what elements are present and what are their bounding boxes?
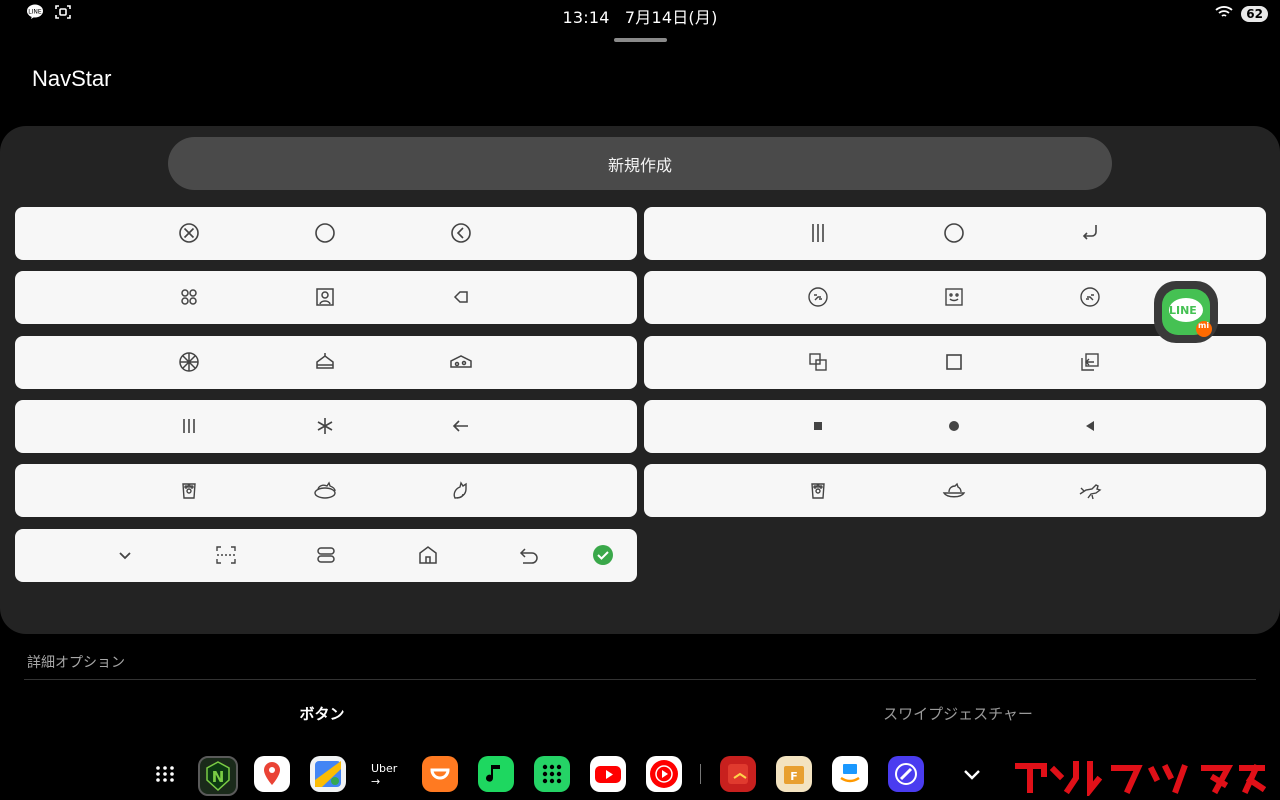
line-bubble-label: LINE	[1169, 304, 1197, 317]
square-icon	[940, 348, 968, 376]
pizza-icon	[175, 348, 203, 376]
svg-text:N: N	[212, 768, 225, 786]
new-button[interactable]: 新規作成	[168, 137, 1112, 190]
scan-icon	[212, 541, 240, 569]
cheese-icon	[447, 348, 475, 376]
running-cat-icon	[1076, 476, 1104, 504]
status-right: 62	[1215, 4, 1268, 23]
filled-circle-icon	[940, 412, 968, 440]
face-right-icon	[1076, 283, 1104, 311]
tubemate-icon[interactable]	[720, 756, 756, 792]
wifi-icon	[1215, 4, 1233, 23]
style-card-10[interactable]	[644, 464, 1266, 517]
svg-text:F: F	[790, 770, 798, 783]
uber-label: Uber	[371, 762, 398, 775]
status-date: 7月14日(月)	[624, 8, 718, 27]
app-dock: N Uber → F	[0, 752, 1280, 800]
battery-indicator: 62	[1241, 5, 1268, 22]
cat-paw-cup-icon	[804, 476, 832, 504]
page-title: NavStar	[32, 66, 112, 91]
face-square-icon	[940, 283, 968, 311]
four-dots-icon	[175, 283, 203, 311]
divider	[24, 679, 1256, 680]
cat-bowl-icon	[940, 476, 968, 504]
chevron-down-icon[interactable]	[954, 756, 990, 792]
filled-square-icon	[804, 412, 832, 440]
style-card-6[interactable]	[644, 207, 1266, 260]
style-card-1[interactable]	[15, 207, 637, 260]
watermark-logo	[1010, 756, 1267, 799]
sitting-cat-icon	[447, 476, 475, 504]
dock-divider	[700, 764, 701, 784]
left-arrow-icon	[447, 412, 475, 440]
chevron-down-icon	[111, 541, 139, 569]
style-card-3[interactable]	[15, 336, 637, 389]
filled-triangle-icon	[1076, 412, 1104, 440]
advanced-options-label[interactable]: 詳細オプション	[27, 652, 125, 672]
toggle-pill-icon	[312, 541, 340, 569]
line-floating-bubble[interactable]: LINE mi	[1154, 281, 1218, 343]
cat-paw-cup-icon	[175, 476, 203, 504]
navstar-icon[interactable]: N	[198, 756, 238, 796]
dialpad-icon[interactable]	[534, 756, 570, 792]
three-bars-icon	[804, 219, 832, 247]
youtube-icon[interactable]	[590, 756, 626, 792]
sleeping-cat-icon	[311, 476, 339, 504]
status-clock: 13:14 7月14日(月)	[0, 4, 1280, 28]
youtube-music-icon[interactable]	[646, 756, 682, 792]
file-manager-icon[interactable]: F	[776, 756, 812, 792]
maps-icon[interactable]	[254, 756, 290, 792]
circle-x-icon	[175, 219, 203, 247]
circle-icon	[311, 219, 339, 247]
face-left-icon	[804, 283, 832, 311]
style-card-8[interactable]	[644, 336, 1266, 389]
undo-arrow-icon	[515, 541, 543, 569]
home-icon	[414, 541, 442, 569]
apps-grid-icon[interactable]	[148, 756, 182, 792]
circle-icon	[940, 219, 968, 247]
google-maps-go-icon[interactable]	[310, 756, 346, 792]
didi-icon[interactable]	[422, 756, 458, 792]
portrait-icon	[311, 283, 339, 311]
circle-back-icon	[447, 219, 475, 247]
browser-icon[interactable]	[888, 756, 924, 792]
style-card-5[interactable]	[15, 464, 637, 517]
amazon-icon[interactable]	[832, 756, 868, 792]
three-bars-icon	[175, 412, 203, 440]
overlap-squares-icon	[804, 348, 832, 376]
style-card-9[interactable]	[644, 400, 1266, 453]
asterisk-icon	[311, 412, 339, 440]
return-arrow-icon	[1076, 219, 1104, 247]
arrow-right-icon: →	[371, 775, 381, 788]
custom-style-card[interactable]	[15, 529, 637, 582]
music-icon[interactable]	[478, 756, 514, 792]
mi-badge: mi	[1198, 321, 1210, 330]
uber-icon[interactable]: Uber →	[366, 756, 402, 792]
status-time: 13:14	[562, 8, 610, 27]
square-arrow-icon	[1076, 348, 1104, 376]
style-card-4[interactable]	[15, 400, 637, 453]
check-circle-icon	[589, 541, 617, 569]
drag-handle[interactable]	[614, 38, 667, 42]
arrow-tag-icon	[447, 283, 475, 311]
tab-buttons[interactable]: ボタン	[0, 703, 644, 724]
style-card-2[interactable]	[15, 271, 637, 324]
cake-icon	[311, 348, 339, 376]
tab-swipe-gestures[interactable]: スワイプジェスチャー	[636, 703, 1280, 724]
